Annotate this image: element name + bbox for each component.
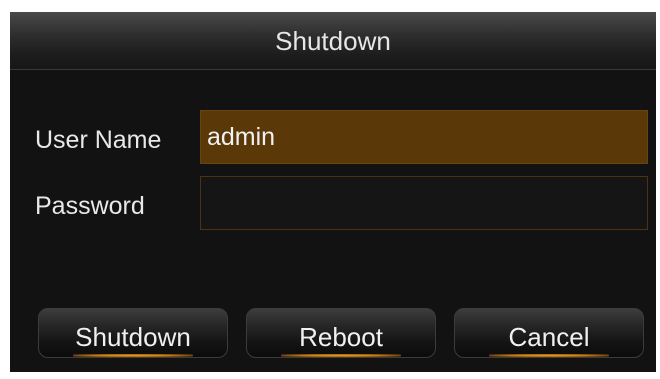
reboot-button[interactable]: Reboot: [246, 308, 436, 358]
user-name-label: User Name: [35, 126, 162, 154]
cancel-button[interactable]: Cancel: [454, 308, 644, 358]
user-name-field[interactable]: admin: [200, 110, 648, 164]
dialog-titlebar: Shutdown: [10, 12, 656, 70]
password-label: Password: [35, 192, 145, 220]
dialog-title: Shutdown: [275, 26, 391, 56]
shutdown-dialog: Shutdown User Name admin Password Shutdo…: [10, 12, 656, 372]
shutdown-button[interactable]: Shutdown: [38, 308, 228, 358]
password-field[interactable]: [200, 176, 648, 230]
